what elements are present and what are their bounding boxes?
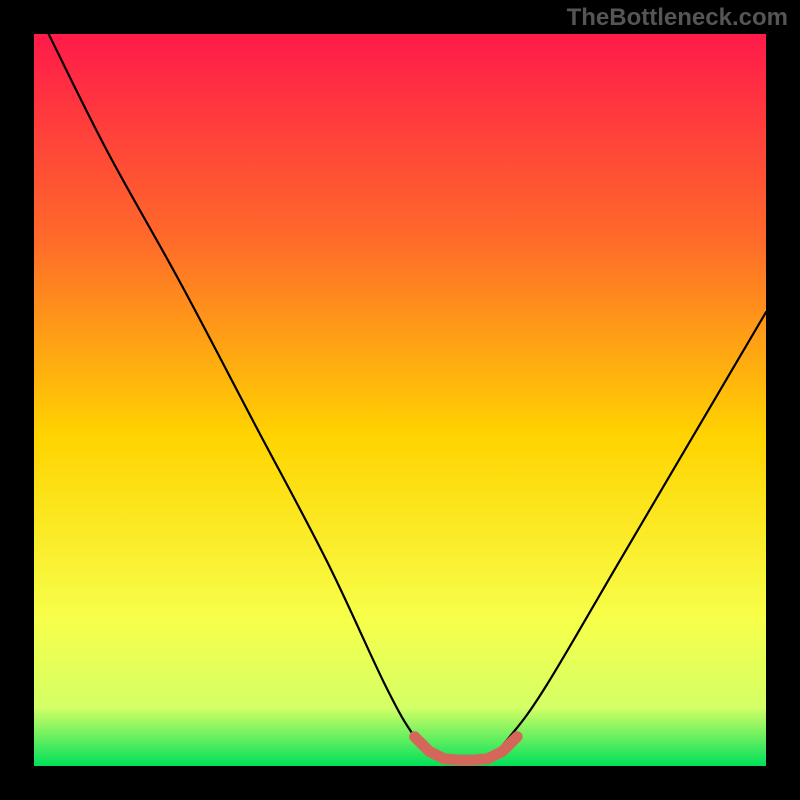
chart-svg [34,34,766,766]
gradient-background [34,34,766,766]
chart-frame: TheBottleneck.com [0,0,800,800]
plot-area [34,34,766,766]
watermark-text: TheBottleneck.com [567,4,788,32]
